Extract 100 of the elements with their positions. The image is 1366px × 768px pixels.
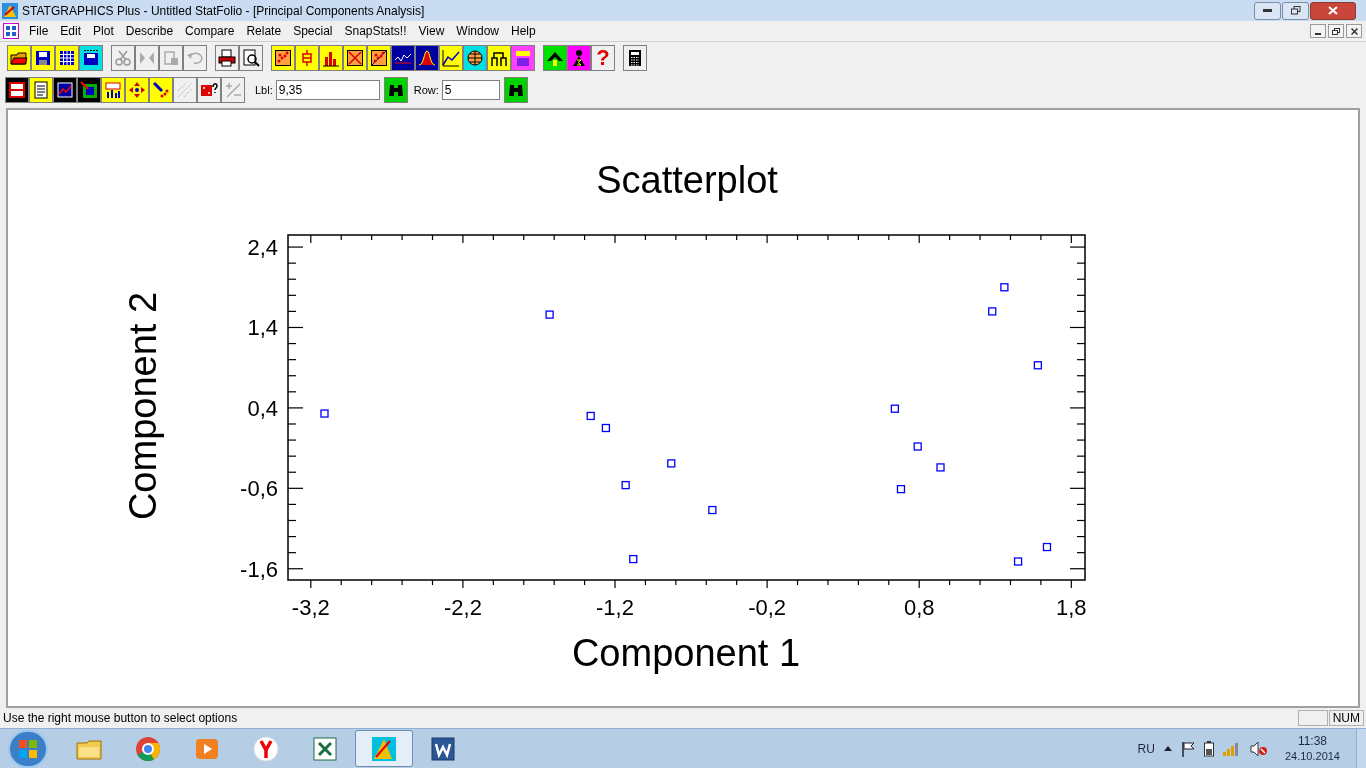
document-grid-icon [3,23,19,39]
brush-dots-button[interactable] [149,77,173,103]
folder-button[interactable] [7,45,31,71]
save-graph-button[interactable] [77,77,101,103]
mdi-restore-button[interactable] [1328,24,1344,38]
window-title: STATGRAPHICS Plus - Untitled StatFolio - [Principal Components Analysis] [22,2,425,20]
text-page-icon [32,81,50,99]
y-tick-label: 1,4 [247,315,278,341]
chart-logo-icon [370,734,398,763]
text-page-button[interactable] [29,77,53,103]
battery-icon[interactable] [1203,740,1214,757]
dotted-diagonal-icon [176,81,194,99]
printer-button[interactable] [215,45,239,71]
clipboard-button[interactable] [159,45,183,71]
minimize-button[interactable] [1254,1,1281,20]
dotted-diagonal-button[interactable] [173,77,197,103]
row-caption: Row: [413,82,439,98]
regression-dots-button[interactable] [367,45,391,71]
scissors-button[interactable] [111,45,135,71]
show-hidden-icons-icon[interactable] [1163,746,1172,751]
menu-item[interactable]: Relate [240,22,288,40]
floppy-disk-button[interactable] [31,45,55,71]
globe-grid-button[interactable] [463,45,487,71]
label-caption: Lbl: [255,82,273,98]
close-icon [1328,6,1338,15]
start-button[interactable] [8,729,48,768]
menu-item[interactable]: Compare [179,22,241,40]
clipboard-icon [162,49,180,67]
trend-line-icon [442,49,460,67]
menu-item[interactable]: SnapStats!! [338,22,413,40]
x-tick-label: 0,8 [903,595,935,620]
bar-label-button[interactable] [101,77,125,103]
y-tick-label: -0,6 [240,476,278,502]
trend-line-button[interactable] [439,45,463,71]
magnifier-page-button[interactable] [239,45,263,71]
line-chart-button[interactable] [391,45,415,71]
dendrogram-button[interactable] [487,45,511,71]
mdi-minimize-button[interactable] [1310,24,1326,38]
x-axis-title: Component 1 [571,632,801,674]
graph-window-button[interactable] [53,77,77,103]
bell-curve-button[interactable] [415,45,439,71]
box-plot-button[interactable] [295,45,319,71]
label-field[interactable]: 9,35 [275,80,380,100]
undo-arrow-icon [186,49,204,67]
spreadsheet-icon [311,734,339,763]
chart-title: Scatterplot [596,159,778,201]
calculator-button[interactable] [623,45,647,71]
table-sheet-button[interactable] [511,45,535,71]
restore-icon [1290,6,1301,15]
plus-minus-icon [224,81,242,99]
menu-item[interactable]: Describe [119,22,180,40]
mdi-close-button[interactable] [1346,24,1362,38]
menu-item[interactable]: Edit [54,22,88,40]
graph-window-icon [56,81,74,99]
split-arrows-button[interactable] [135,45,159,71]
restore-icon [1332,27,1340,35]
four-arrows-icon [128,81,146,99]
y-tick-label: 0,4 [247,395,278,421]
chrome-circle-icon [134,734,162,763]
grid-button[interactable] [55,45,79,71]
flag-icon[interactable] [1180,740,1195,757]
sigma-person-button[interactable] [567,45,591,71]
clock[interactable]: 11:38 24.10.2014 [1284,733,1340,764]
menu-item[interactable]: Plot [87,22,120,40]
device-panel-button[interactable] [5,77,29,103]
num-lock-indicator: NUM [1328,710,1364,726]
document-icon [429,734,457,763]
close-button[interactable] [1310,1,1356,20]
bar-chart-button[interactable] [319,45,343,71]
dice-question-button[interactable] [197,77,221,103]
y-tick-label: -1,6 [240,556,278,582]
language-indicator[interactable]: RU [1137,739,1155,758]
menu-item[interactable]: Help [505,22,542,40]
menu-item[interactable]: File [23,22,55,40]
app-logo-icon [2,2,18,19]
muted-speaker-icon[interactable] [1249,740,1268,757]
floppy-disk-button[interactable] [79,45,103,71]
minimize-icon [1263,9,1272,12]
clock-time: 11:38 [1297,733,1328,749]
maximize-button[interactable] [1282,1,1309,20]
grid-icon [58,49,76,67]
menu-item[interactable]: Special [287,22,339,40]
x-tick-label: -1,2 [596,595,634,620]
row-field[interactable]: 5 [441,80,500,100]
menu-item[interactable]: Window [450,22,505,40]
undo-arrow-button[interactable] [183,45,207,71]
dice-question-icon [200,81,218,99]
binoculars-button[interactable] [383,77,408,103]
scatter-dots-button[interactable] [271,45,295,71]
x-tick-label: -2,2 [443,595,482,620]
bar-chart-icon [322,49,340,67]
binoculars-button[interactable] [503,77,528,103]
help-button[interactable]: ? [591,45,615,71]
menu-item[interactable]: View [412,22,451,40]
device-panel-icon [8,81,26,99]
save-graph-icon [80,81,98,99]
four-arrows-button[interactable] [125,77,149,103]
x-tick-label: -0,2 [748,595,787,620]
scatter-dots-icon [274,49,292,67]
windows-logo-icon [19,739,37,758]
